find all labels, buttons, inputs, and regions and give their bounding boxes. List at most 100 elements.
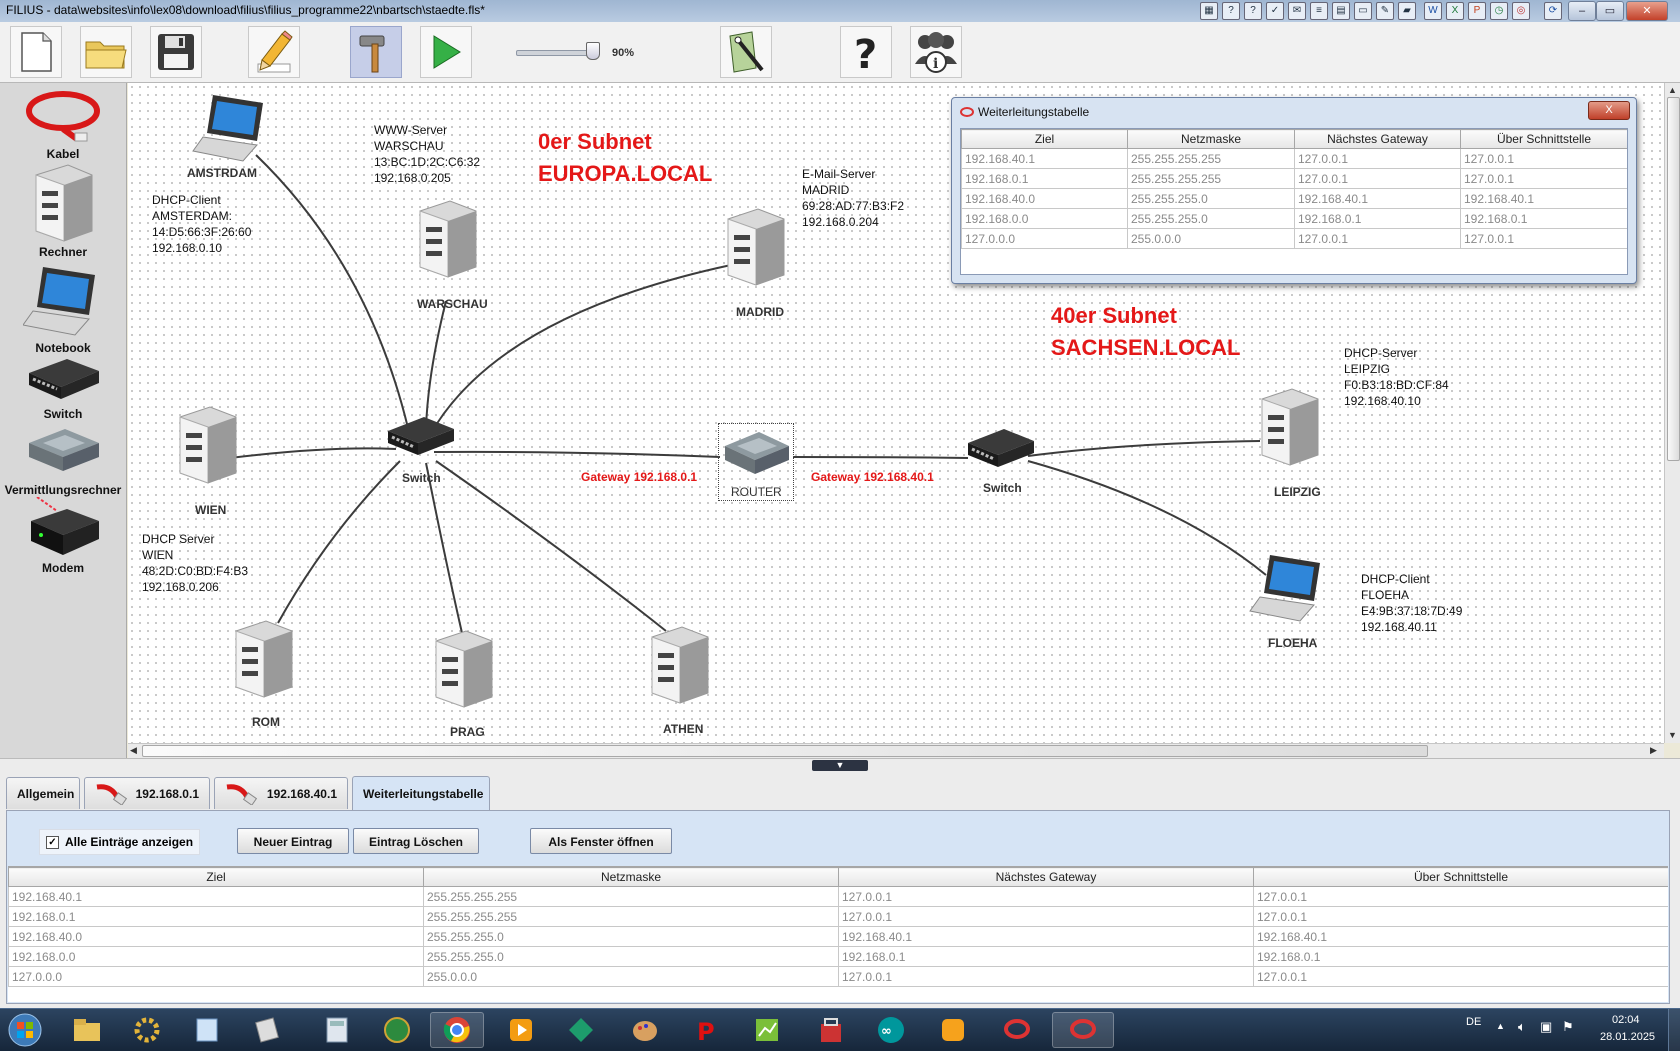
cell-gateway[interactable]: 192.168.40.1: [838, 926, 1254, 947]
maximize-button[interactable]: ▭: [1596, 1, 1624, 21]
taskbar-arduino[interactable]: ∞: [864, 1012, 918, 1048]
open-as-window-button[interactable]: Als Fenster öffnen: [530, 828, 672, 854]
cell-gateway[interactable]: 127.0.0.1: [838, 886, 1254, 907]
tray-language[interactable]: DE: [1466, 1016, 1481, 1028]
show-desktop-button[interactable]: [1668, 1009, 1680, 1051]
madrid-server-icon[interactable]: [722, 205, 788, 287]
tray-network-icon[interactable]: ▣: [1540, 1019, 1552, 1035]
cell-netzmaske[interactable]: 255.255.255.0: [423, 926, 839, 947]
help-icon[interactable]: ?: [1222, 2, 1240, 20]
cell-ziel[interactable]: 192.168.40.1: [8, 886, 424, 907]
tab-weiterleitungstabelle[interactable]: Weiterleitungstabelle: [352, 776, 490, 810]
card-icon[interactable]: ▭: [1354, 2, 1372, 20]
taskbar-p-app[interactable]: P: [680, 1012, 734, 1048]
palette-item-rechner[interactable]: Rechner: [0, 161, 126, 261]
table-row[interactable]: 127.0.0.0 255.0.0.0 127.0.0.1 127.0.0.1: [8, 966, 1668, 987]
list-icon[interactable]: ≡: [1310, 2, 1328, 20]
warschau-server-icon[interactable]: [414, 197, 480, 279]
collapse-handle-chevron-down-icon[interactable]: ▼: [812, 760, 868, 771]
tab-interface-0[interactable]: 192.168.0.1: [84, 777, 210, 809]
column-header-gateway[interactable]: Nächstes Gateway: [1294, 129, 1461, 149]
panel-divider[interactable]: ▼: [0, 758, 1680, 774]
column-header-netzmaske[interactable]: Netzmaske: [423, 867, 839, 887]
cell-schnittstelle[interactable]: 127.0.0.1: [1460, 168, 1627, 189]
word-icon[interactable]: W: [1424, 2, 1442, 20]
tab-interface-40[interactable]: 192.168.40.1: [214, 777, 348, 809]
palette-item-vermittlungsrechner[interactable]: Vermittlungsrechner: [0, 421, 126, 501]
cell-ziel[interactable]: 192.168.40.1: [961, 148, 1128, 169]
cell-ziel[interactable]: 192.168.0.1: [961, 168, 1128, 189]
athen-server-icon[interactable]: [646, 623, 712, 705]
cell-gateway[interactable]: 127.0.0.1: [838, 906, 1254, 927]
cell-schnittstelle[interactable]: 192.168.40.1: [1460, 188, 1627, 209]
right-switch-icon[interactable]: [964, 423, 1036, 473]
prag-server-icon[interactable]: [430, 627, 496, 709]
palette-item-notebook[interactable]: Notebook: [0, 263, 126, 355]
taskbar-gear-app[interactable]: [120, 1012, 174, 1048]
cable-amstrdam-switch[interactable]: [255, 154, 409, 429]
scroll-up-icon[interactable]: ▲: [1668, 85, 1677, 95]
column-header-ziel[interactable]: Ziel: [8, 867, 424, 887]
notes-icon[interactable]: ✎: [1376, 2, 1394, 20]
run-button[interactable]: [420, 26, 472, 78]
vertical-scroll-thumb[interactable]: [1667, 97, 1680, 461]
cell-gateway[interactable]: 127.0.0.1: [1294, 228, 1461, 249]
table-row[interactable]: 192.168.40.1 255.255.255.255 127.0.0.1 127.…: [8, 886, 1668, 907]
cable-switch-prag[interactable]: [425, 462, 463, 634]
taskbar-media-player[interactable]: [494, 1012, 548, 1048]
cell-ziel[interactable]: 192.168.0.0: [961, 208, 1128, 229]
cell-ziel[interactable]: 192.168.0.1: [8, 906, 424, 927]
cell-ziel[interactable]: 192.168.40.0: [961, 188, 1128, 209]
cable-warschau-switch[interactable]: [425, 300, 447, 429]
taskbar-orange-app[interactable]: [926, 1012, 980, 1048]
wien-server-icon[interactable]: [174, 403, 240, 485]
save-button[interactable]: [150, 26, 202, 78]
cable-wien-switch[interactable]: [229, 447, 397, 459]
folder-icon[interactable]: ▰: [1398, 2, 1416, 20]
design-mode-button[interactable]: [248, 26, 300, 78]
scroll-down-icon[interactable]: ▼: [1668, 730, 1677, 740]
taskbar-filius[interactable]: [990, 1012, 1044, 1048]
cable-madrid-switch[interactable]: [435, 264, 732, 426]
left-switch-icon[interactable]: [384, 411, 456, 461]
sync-icon[interactable]: ⟳: [1544, 2, 1562, 20]
horizontal-scroll-thumb[interactable]: [142, 745, 1428, 757]
column-header-netzmaske[interactable]: Netzmaske: [1127, 129, 1295, 149]
taskbar-chrome[interactable]: [430, 1012, 484, 1048]
taskbar-paint[interactable]: [618, 1012, 672, 1048]
column-header-ziel[interactable]: Ziel: [961, 129, 1128, 149]
help-icon[interactable]: ?: [1244, 2, 1262, 20]
cell-netzmaske[interactable]: 255.255.255.0: [1127, 208, 1295, 229]
cell-netzmaske[interactable]: 255.0.0.0: [423, 966, 839, 987]
open-button[interactable]: [80, 26, 132, 78]
cell-ziel[interactable]: 127.0.0.0: [8, 966, 424, 987]
clipboard-icon[interactable]: ▤: [1332, 2, 1350, 20]
table-row[interactable]: 192.168.40.0 255.255.255.0 192.168.40.1 192…: [961, 188, 1627, 209]
taskbar-explorer[interactable]: [60, 1012, 114, 1048]
new-entry-button[interactable]: Neuer Eintrag: [237, 828, 349, 854]
table-row[interactable]: 192.168.0.0 255.255.255.0 192.168.0.1 192.1…: [8, 946, 1668, 967]
table-row[interactable]: 192.168.40.1 255.255.255.255 127.0.0.1 127.…: [961, 148, 1627, 169]
table-row[interactable]: 192.168.40.0 255.255.255.0 192.168.40.1 192…: [8, 926, 1668, 947]
cell-schnittstelle[interactable]: 127.0.0.1: [1253, 906, 1668, 927]
cell-schnittstelle[interactable]: 127.0.0.1: [1253, 966, 1668, 987]
taskbar-script[interactable]: [240, 1012, 294, 1048]
table-row[interactable]: 127.0.0.0 255.0.0.0 127.0.0.1 127.0.0.1: [961, 228, 1627, 249]
amstrdam-laptop-icon[interactable]: [191, 91, 269, 165]
column-header-schnittstelle[interactable]: Über Schnittstelle: [1253, 867, 1668, 887]
taskbar-notepad[interactable]: [180, 1012, 234, 1048]
tray-volume-icon[interactable]: 🔈︎: [1518, 1019, 1526, 1035]
cell-schnittstelle[interactable]: 192.168.0.1: [1253, 946, 1668, 967]
column-header-gateway[interactable]: Nächstes Gateway: [838, 867, 1254, 887]
scroll-right-icon[interactable]: ▶: [1650, 745, 1657, 756]
cell-netzmaske[interactable]: 255.255.255.0: [1127, 188, 1295, 209]
canvas-vertical-scrollbar[interactable]: ▲ ▼: [1664, 83, 1680, 743]
cell-schnittstelle[interactable]: 127.0.0.1: [1460, 148, 1627, 169]
tray-flag-icon[interactable]: ⚑: [1562, 1019, 1574, 1035]
powerpoint-icon[interactable]: P: [1468, 2, 1486, 20]
cell-gateway[interactable]: 192.168.0.1: [838, 946, 1254, 967]
cell-gateway[interactable]: 127.0.0.1: [838, 966, 1254, 987]
simulation-mode-button[interactable]: [350, 26, 402, 78]
checkbox-checked-icon[interactable]: ✓: [46, 835, 59, 849]
tray-time[interactable]: 02:04: [1612, 1014, 1640, 1026]
